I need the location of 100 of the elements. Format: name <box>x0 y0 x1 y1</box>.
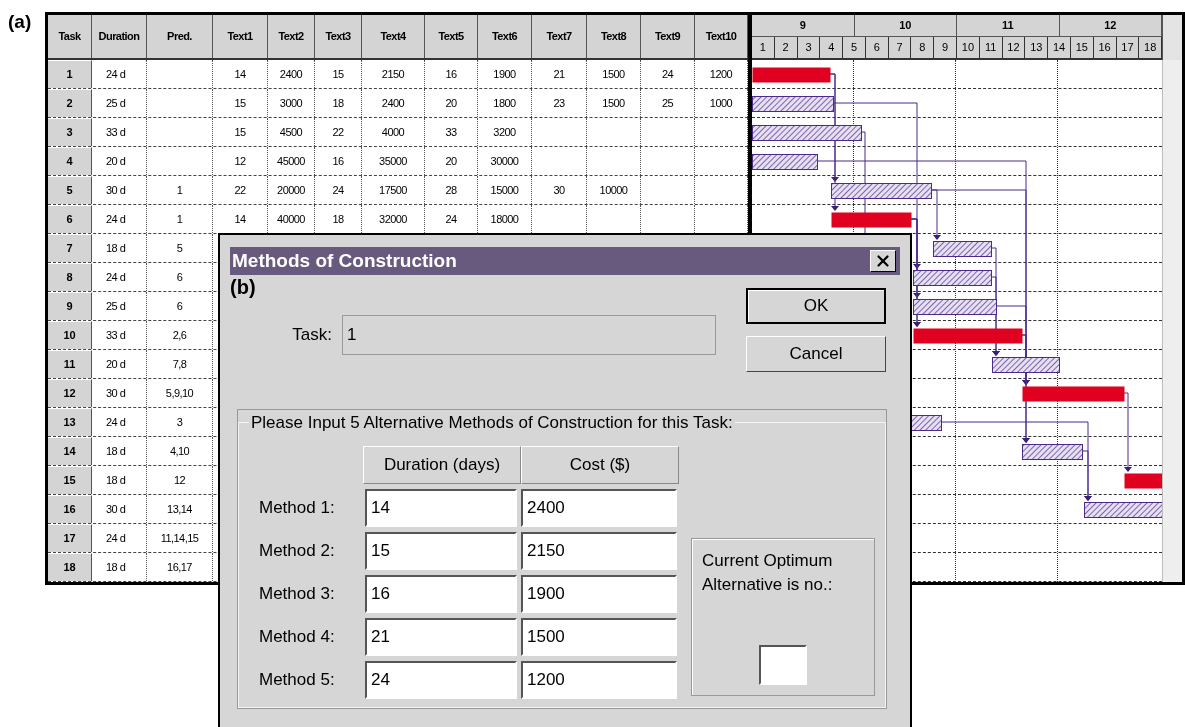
table-cell-text: 15 <box>234 95 246 111</box>
table-cell-text: 3 <box>176 414 183 430</box>
table-cell-text: 1500 <box>602 66 625 82</box>
task-bar <box>752 154 818 170</box>
day-label: 11 <box>985 40 997 56</box>
table-cell-text: 7,8 <box>172 356 187 372</box>
table-cell-text: 32000 <box>379 211 407 227</box>
table-cell-text: 10000 <box>599 182 628 198</box>
week-label: 12 <box>1104 18 1117 34</box>
table-cell-text: 18000 <box>490 211 519 227</box>
table-cell-text: 12 <box>173 472 186 488</box>
row-header: 9 <box>48 292 92 320</box>
row-header: 13 <box>48 408 92 436</box>
table-cell-text: 4500 <box>279 124 303 140</box>
cost-field[interactable]: 2400 <box>521 488 677 527</box>
table-cell-text: 30000 <box>490 153 519 169</box>
duration-field[interactable]: 16 <box>365 574 517 613</box>
table-cell-text: 14 <box>234 211 246 227</box>
cost-field[interactable]: 1900 <box>521 574 677 613</box>
day-label: 18 <box>1144 40 1157 56</box>
method-label: Method 1: <box>258 496 336 519</box>
day-label: 14 <box>1052 40 1066 56</box>
task-field[interactable]: 1 <box>342 315 716 355</box>
table-cell-text: 21 <box>553 66 565 82</box>
week-label: 9 <box>799 18 806 34</box>
cost-field[interactable]: 1200 <box>521 660 677 699</box>
table-cell-text: 22 <box>332 124 344 140</box>
duration-field[interactable]: 21 <box>365 617 517 656</box>
duration-field[interactable]: 14 <box>365 488 517 527</box>
column-header: Text7 <box>532 15 587 58</box>
task-bar <box>992 357 1060 373</box>
table-cell-text: 4,10 <box>169 443 190 459</box>
table-cell-text: 2400 <box>381 95 405 111</box>
table-cell-text: 6 <box>176 298 183 314</box>
table-cell-text: 5 <box>176 240 183 256</box>
table-cell-text: 1 <box>176 211 183 227</box>
table-cell-text: 18 d <box>106 559 126 575</box>
duration-field[interactable]: 15 <box>365 531 517 570</box>
row-header: 2 <box>48 89 92 117</box>
day-label: 16 <box>1098 40 1111 56</box>
column-header: Task <box>48 15 92 58</box>
table-cell-text: 30 d <box>106 501 126 517</box>
column-header: Text5 <box>425 15 478 58</box>
row-header: 12 <box>48 379 92 407</box>
method-label: Method 5: <box>258 668 336 691</box>
day-label: 4 <box>828 40 835 56</box>
table-cell-text: 18 <box>332 211 344 227</box>
table-cell-text: 24 d <box>106 530 126 546</box>
table-cell-text: 4000 <box>381 124 405 140</box>
method-label: Method 2: <box>258 539 336 562</box>
table-cell-text: 2150 <box>381 66 405 82</box>
day-label: 1 <box>759 40 766 56</box>
table-cell-text: 18 <box>332 95 344 111</box>
close-button[interactable] <box>870 250 896 272</box>
table-cell-text: 20 <box>445 153 457 169</box>
table-cell-text: 15 <box>332 66 344 82</box>
table-cell-text: 12 <box>234 153 246 169</box>
optimum-field[interactable] <box>759 644 807 685</box>
table-cell-text: 1900 <box>493 66 516 82</box>
table-cell-text: 1 <box>176 182 183 198</box>
cancel-button[interactable]: Cancel <box>746 336 886 372</box>
cost-field[interactable]: 2150 <box>521 531 677 570</box>
table-cell-text: 33 d <box>106 124 126 140</box>
table-cell-text: 17500 <box>379 182 407 198</box>
table-cell-text: 24 d <box>106 66 126 82</box>
row-header: 5 <box>48 176 92 204</box>
window-title: Methods of Construction <box>232 248 457 273</box>
day-label: 3 <box>805 40 812 56</box>
table-cell-text: 25 d <box>106 95 126 111</box>
table-cell-text: 2,6 <box>172 327 187 343</box>
table-cell-text: 1800 <box>493 95 516 111</box>
table-cell-text: 24 <box>332 182 344 198</box>
week-label: 11 <box>1001 18 1014 34</box>
column-header: Duration (days) <box>363 445 521 484</box>
table-cell-text: 24 d <box>106 211 126 227</box>
table-cell-text: 45000 <box>277 153 305 169</box>
table-cell-text: 20000 <box>277 182 305 198</box>
row-header: 3 <box>48 118 92 146</box>
table-cell-text: 28 <box>445 182 457 198</box>
table-cell-text: 25 <box>661 95 674 111</box>
row-header: 6 <box>48 205 92 233</box>
panel-label: (a) <box>8 12 33 31</box>
day-label: 6 <box>873 40 880 56</box>
day-label: 15 <box>1075 40 1088 56</box>
cost-field[interactable]: 1500 <box>521 617 677 656</box>
row-header: 8 <box>48 263 92 291</box>
day-label: 10 <box>961 40 975 56</box>
duration-field[interactable]: 24 <box>365 660 517 699</box>
column-header: Cost ($) <box>521 445 679 484</box>
field-label: Task: <box>291 324 332 347</box>
row-header: 16 <box>48 495 92 523</box>
table-cell-text: 33 d <box>106 327 126 343</box>
table-cell-text: 15 <box>234 124 246 140</box>
table-cell-text: 11,14,15 <box>160 530 199 546</box>
scrollbar[interactable] <box>1162 15 1182 60</box>
table-cell-text: 18 d <box>106 443 126 459</box>
optimum-label: Current Optimum Alternative is no.: <box>702 549 834 596</box>
table-cell-text: 24 <box>661 66 674 82</box>
day-label: 13 <box>1030 40 1043 56</box>
ok-button[interactable]: OK <box>746 288 886 324</box>
